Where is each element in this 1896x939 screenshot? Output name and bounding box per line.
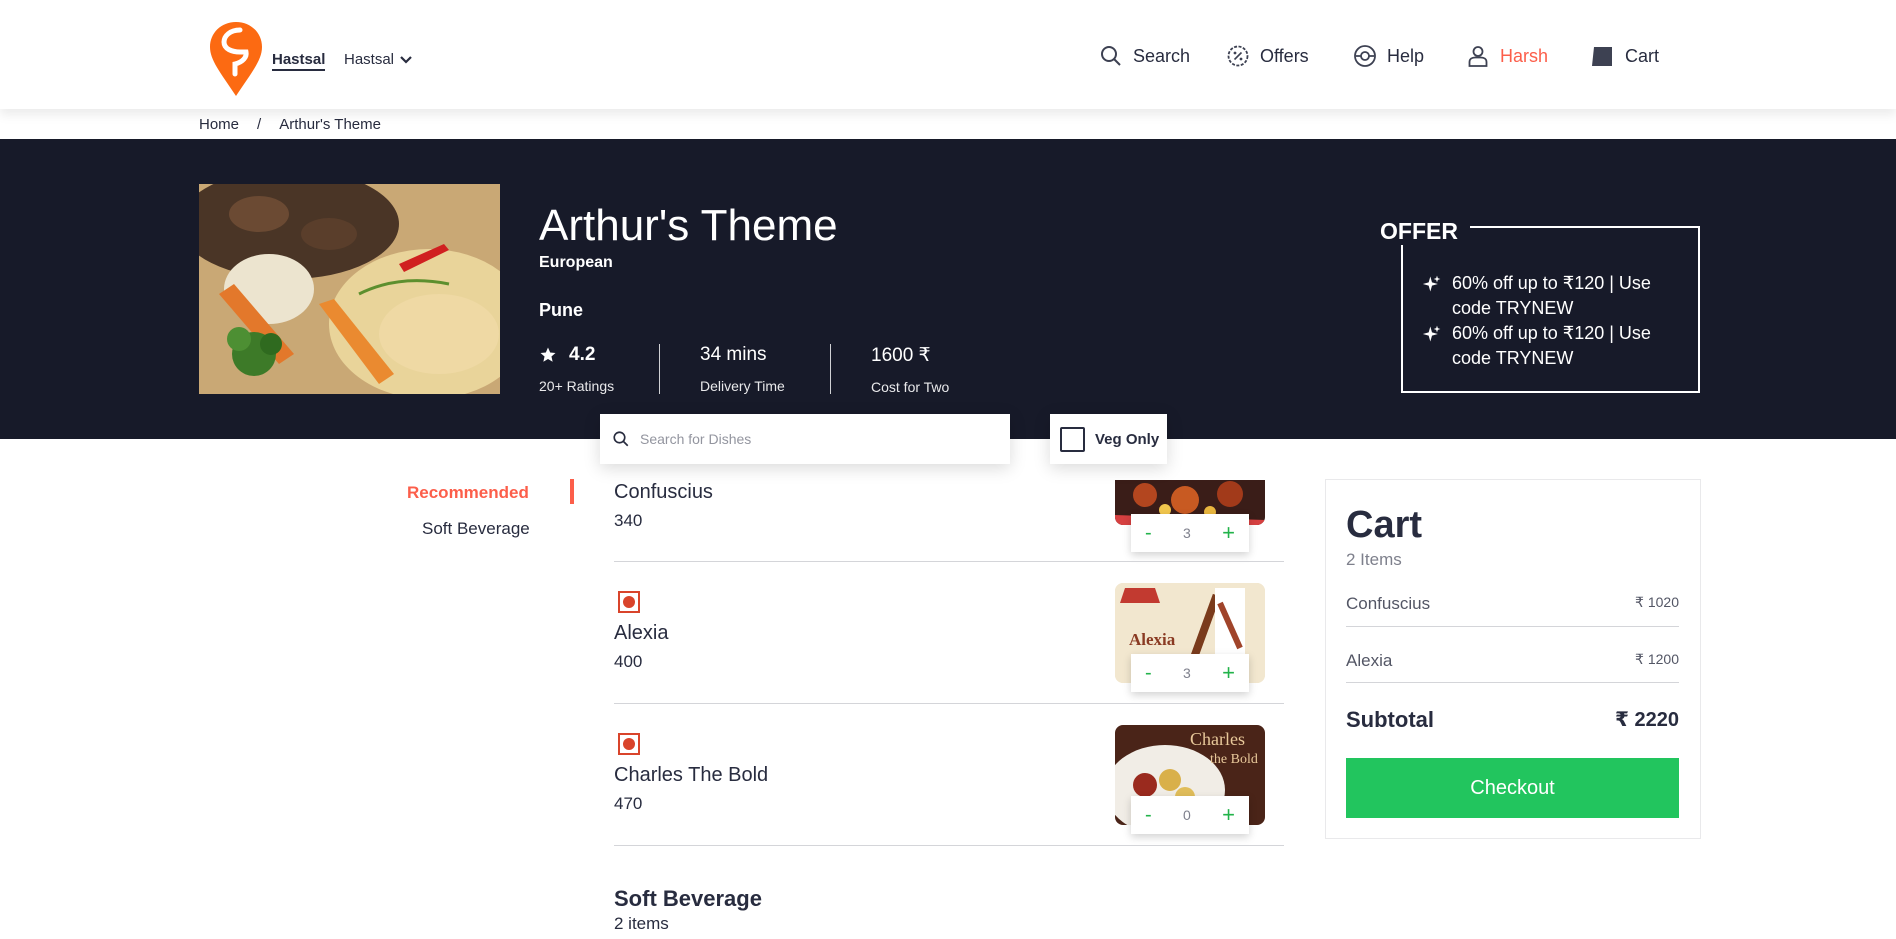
delivery-stat: 34 mins Delivery Time [700, 344, 785, 394]
section-title: Soft Beverage [614, 886, 762, 911]
offer-text: 60% off up to ₹120 | Use code TRYNEW [1452, 273, 1651, 318]
svg-text:Alexia: Alexia [1129, 630, 1176, 649]
cart-row: Confuscius ₹ 1020 [1346, 594, 1679, 614]
category-soft-beverage[interactable]: Soft Beverage [422, 519, 530, 539]
stat-divider [830, 344, 831, 394]
nav-search[interactable]: Search [1099, 44, 1190, 68]
cart-row: Alexia ₹ 1200 [1346, 651, 1679, 671]
delivery-time: 34 mins [700, 344, 767, 365]
nonveg-icon [618, 591, 640, 613]
star-icon [540, 347, 556, 362]
user-icon [1468, 46, 1488, 67]
offer-item: 60% off up to ₹120 | Use code TRYNEW [1422, 321, 1682, 371]
sparkle-icon [1422, 325, 1441, 342]
decrement-button[interactable]: - [1145, 662, 1152, 685]
restaurant-city: Pune [539, 300, 584, 320]
rating-value: 4.2 [569, 344, 596, 365]
cart-title: Cart [1346, 504, 1423, 546]
nav-cart[interactable]: Cart [1591, 44, 1659, 68]
rating-stat: 4.2 20+ Ratings [539, 344, 614, 394]
quantity-stepper: - 3 + [1131, 654, 1249, 692]
category-recommended[interactable]: Recommended [407, 483, 529, 503]
decrement-button[interactable]: - [1145, 522, 1152, 545]
restaurant-cuisine: European [539, 254, 613, 271]
checkout-button[interactable]: Checkout [1346, 758, 1679, 818]
swiggy-logo[interactable] [210, 22, 262, 96]
help-icon [1354, 45, 1376, 67]
subtotal: Subtotal ₹ 2220 [1346, 707, 1679, 733]
location-selector[interactable]: Hastsal [344, 51, 412, 68]
cost-stat: 1600 ₹ Cost for Two [871, 344, 949, 395]
cost-value: 1600 ₹ [871, 345, 931, 366]
cart-divider [1346, 682, 1679, 683]
cost-label: Cost for Two [871, 379, 950, 395]
top-header: Hastsal Hastsal Search Offers Help Harsh… [0, 0, 1896, 109]
decrement-button[interactable]: - [1145, 804, 1152, 827]
quantity-stepper: - 3 + [1131, 514, 1249, 552]
nav-offers[interactable]: Offers [1226, 44, 1309, 68]
cart-item-count: 2 Items [1346, 550, 1402, 569]
nav-help[interactable]: Help [1353, 44, 1424, 68]
chevron-down-icon [400, 55, 412, 64]
delivery-label: Delivery Time [700, 378, 785, 394]
cart-divider [1346, 626, 1679, 627]
ratings-label: 20+ Ratings [539, 378, 615, 394]
cart-row-price: ₹ 1020 [1635, 594, 1679, 610]
quantity-value: 3 [1183, 665, 1191, 681]
offers-icon [1227, 45, 1249, 67]
restaurant-banner: Arthur's Theme European Pune 4.2 20+ Rat… [0, 139, 1896, 439]
item-divider [614, 703, 1284, 704]
search-icon [613, 431, 629, 447]
active-category-indicator [570, 479, 574, 504]
veg-only-label: Veg Only [1095, 430, 1160, 448]
svg-text:the Bold: the Bold [1210, 752, 1258, 767]
location-sub-label: Hastsal [344, 51, 395, 68]
svg-text:Charles: Charles [1190, 729, 1245, 749]
quantity-stepper: - 0 + [1131, 796, 1249, 834]
cart-row-name: Confuscius [1346, 594, 1431, 613]
nav-user[interactable]: Harsh [1466, 44, 1548, 68]
dish-search-input[interactable] [640, 431, 980, 447]
nonveg-icon [618, 733, 640, 755]
nav-search-label: Search [1133, 45, 1191, 66]
sparkle-icon [1422, 275, 1441, 292]
subtotal-value: ₹ 2220 [1615, 709, 1679, 731]
veg-only-checkbox[interactable] [1060, 426, 1085, 452]
stat-divider [659, 344, 660, 394]
cart-row-name: Alexia [1346, 651, 1393, 670]
nav-cart-label: Cart [1625, 45, 1660, 66]
subtotal-label: Subtotal [1346, 707, 1434, 732]
search-icon [1101, 46, 1121, 66]
quantity-value: 3 [1183, 525, 1191, 541]
nav-user-label: Harsh [1500, 45, 1549, 66]
item-divider [614, 845, 1284, 846]
increment-button[interactable]: + [1222, 520, 1235, 546]
restaurant-name: Arthur's Theme [539, 201, 838, 250]
increment-button[interactable]: + [1222, 660, 1235, 686]
quantity-value: 0 [1183, 807, 1191, 823]
nav-offers-label: Offers [1260, 45, 1309, 66]
offer-title: OFFER [1368, 217, 1470, 245]
section-count: 2 items [614, 914, 669, 933]
increment-button[interactable]: + [1222, 802, 1235, 828]
dish-search-bar [600, 414, 1010, 464]
veg-only-toggle[interactable]: Veg Only [1050, 414, 1167, 464]
offer-text: 60% off up to ₹120 | Use code TRYNEW [1452, 323, 1651, 368]
breadcrumb-current: Arthur's Theme [279, 116, 381, 133]
nav-help-label: Help [1387, 45, 1425, 66]
item-divider [614, 561, 1284, 562]
cart-panel: Cart 2 Items Confuscius ₹ 1020 Alexia ₹ … [1325, 479, 1701, 839]
cart-row-price: ₹ 1200 [1635, 651, 1679, 667]
cart-icon [1592, 47, 1612, 66]
offer-item: 60% off up to ₹120 | Use code TRYNEW [1422, 271, 1682, 321]
breadcrumb-separator: / [257, 116, 262, 133]
breadcrumb-home[interactable]: Home [199, 116, 239, 133]
breadcrumb: Home / Arthur's Theme [199, 116, 381, 133]
location-main[interactable]: Hastsal [272, 51, 326, 71]
restaurant-image [199, 184, 500, 394]
